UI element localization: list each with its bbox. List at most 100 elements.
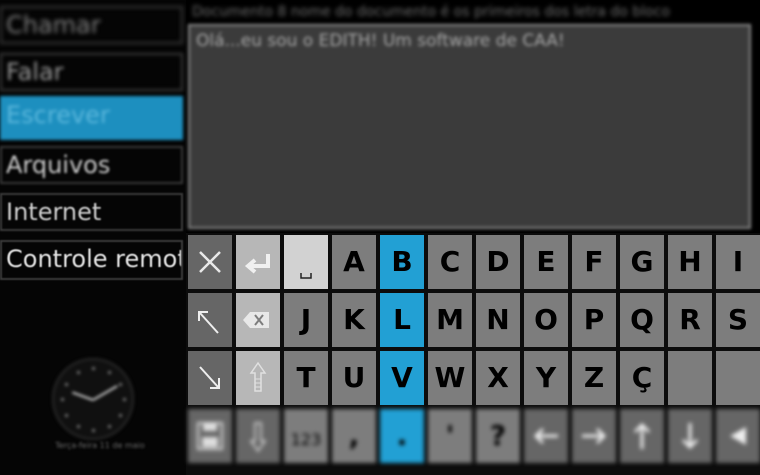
numbers-key[interactable]: 123 bbox=[284, 409, 328, 463]
save-key[interactable] bbox=[188, 409, 232, 463]
menu-item-controle-remoto[interactable]: Controle remoto bbox=[0, 240, 183, 280]
key-label: F bbox=[584, 245, 604, 278]
key-r[interactable]: R bbox=[668, 293, 712, 347]
key-label: Y bbox=[535, 361, 557, 394]
key-label: X bbox=[487, 361, 509, 394]
key-label: E bbox=[536, 245, 556, 278]
menu-item-internet[interactable]: Internet bbox=[0, 193, 183, 231]
key-label: H bbox=[678, 245, 702, 278]
text-editor[interactable]: Olá...eu sou o EDITH! Um software de CAA… bbox=[188, 24, 751, 229]
key-label: P bbox=[583, 303, 605, 336]
key-e[interactable]: E bbox=[524, 235, 568, 289]
key-label: C bbox=[439, 245, 461, 278]
clock-tick bbox=[118, 413, 122, 417]
backspace-key[interactable] bbox=[236, 293, 280, 347]
key-d[interactable]: D bbox=[476, 235, 520, 289]
key-label: Q bbox=[630, 303, 654, 336]
key-label: T bbox=[296, 361, 316, 394]
key-label: D bbox=[486, 245, 510, 278]
key-a[interactable]: A bbox=[332, 235, 376, 289]
key-label: R bbox=[679, 303, 701, 336]
menu-item-chamar[interactable]: Chamar bbox=[0, 6, 183, 44]
key-t[interactable]: T bbox=[284, 351, 328, 405]
key-q[interactable]: Q bbox=[620, 293, 664, 347]
cursor-down-key[interactable] bbox=[668, 409, 712, 463]
key-label: G bbox=[630, 245, 654, 278]
key-s[interactable]: S bbox=[716, 293, 760, 347]
on-screen-keyboard: A B C D E F G H I J K L M N O P Q R S T U V W X Y Z Ç 123,. '? bbox=[186, 233, 760, 475]
key-x[interactable]: X bbox=[476, 351, 520, 405]
key-u[interactable]: U bbox=[332, 351, 376, 405]
key-label: Ç bbox=[631, 361, 653, 394]
key-i[interactable]: I bbox=[716, 235, 760, 289]
key-label: W bbox=[434, 361, 466, 394]
key-n[interactable]: N bbox=[476, 293, 520, 347]
enter-key[interactable] bbox=[236, 235, 280, 289]
key-b[interactable]: B bbox=[380, 235, 424, 289]
key-label: V bbox=[391, 361, 413, 394]
clock-date: Terça-feira 11 de maio bbox=[55, 441, 145, 450]
key-z[interactable]: Z bbox=[572, 351, 616, 405]
shift-down-key[interactable] bbox=[236, 409, 280, 463]
key-w[interactable]: W bbox=[428, 351, 472, 405]
key-label: L bbox=[393, 303, 411, 336]
clock-tick bbox=[107, 424, 111, 428]
key-f[interactable]: F bbox=[572, 235, 616, 289]
key-h[interactable]: H bbox=[668, 235, 712, 289]
key-k[interactable]: K bbox=[332, 293, 376, 347]
cursor-left-key[interactable] bbox=[524, 409, 568, 463]
space-key[interactable] bbox=[284, 235, 328, 289]
delete-key[interactable] bbox=[716, 409, 760, 463]
clock-tick bbox=[92, 429, 95, 432]
key-label: U bbox=[342, 361, 366, 394]
key-c[interactable]: C bbox=[428, 235, 472, 289]
period-key[interactable]: . bbox=[380, 409, 424, 463]
key-label: B bbox=[391, 245, 413, 278]
clock-icon bbox=[52, 358, 134, 440]
key-j[interactable]: J bbox=[284, 293, 328, 347]
key-label: K bbox=[343, 303, 365, 336]
apostrophe-key[interactable]: ' bbox=[428, 409, 472, 463]
key-label: I bbox=[732, 245, 744, 278]
key-g[interactable]: G bbox=[620, 235, 664, 289]
sidebar-menu: Chamar Falar Escrever Arquivos Internet … bbox=[0, 0, 186, 475]
key-v[interactable]: V bbox=[380, 351, 424, 405]
menu-item-arquivos[interactable]: Arquivos bbox=[0, 146, 183, 184]
clock-tick bbox=[76, 371, 80, 375]
close-key[interactable] bbox=[188, 235, 232, 289]
key-m[interactable]: M bbox=[428, 293, 472, 347]
question-key[interactable]: ? bbox=[476, 409, 520, 463]
clock-tick bbox=[76, 424, 80, 428]
empty-key[interactable] bbox=[668, 351, 712, 405]
document-title: Documento 8 nome do documento é os prime… bbox=[192, 4, 670, 20]
key-p[interactable]: P bbox=[572, 293, 616, 347]
clock-tick bbox=[107, 371, 111, 375]
key-label: 123 bbox=[290, 430, 322, 449]
menu-item-escrever[interactable]: Escrever bbox=[0, 96, 183, 140]
key-l[interactable]: L bbox=[380, 293, 424, 347]
key-y[interactable]: Y bbox=[524, 351, 568, 405]
arrow-down-right-key[interactable] bbox=[188, 351, 232, 405]
key-label: O bbox=[534, 303, 558, 336]
clock-tick bbox=[123, 398, 126, 401]
key-label: ? bbox=[489, 419, 507, 452]
clock-tick bbox=[65, 382, 69, 386]
shift-key[interactable] bbox=[236, 351, 280, 405]
cursor-right-key[interactable] bbox=[572, 409, 616, 463]
key-o[interactable]: O bbox=[524, 293, 568, 347]
key-label: N bbox=[486, 303, 510, 336]
empty-key[interactable] bbox=[716, 351, 760, 405]
arrow-up-left-key[interactable] bbox=[188, 293, 232, 347]
clock-hand bbox=[92, 385, 118, 401]
key-label: J bbox=[300, 303, 312, 336]
cursor-up-key[interactable] bbox=[620, 409, 664, 463]
clock-hand bbox=[71, 391, 94, 401]
menu-item-falar[interactable]: Falar bbox=[0, 53, 183, 91]
clock-tick bbox=[118, 382, 122, 386]
key-label: S bbox=[727, 303, 749, 336]
clock-tick bbox=[65, 413, 69, 417]
clock-tick bbox=[61, 398, 64, 401]
key-c-cedilla[interactable]: Ç bbox=[620, 351, 664, 405]
clock-tick bbox=[92, 367, 95, 370]
comma-key[interactable]: , bbox=[332, 409, 376, 463]
